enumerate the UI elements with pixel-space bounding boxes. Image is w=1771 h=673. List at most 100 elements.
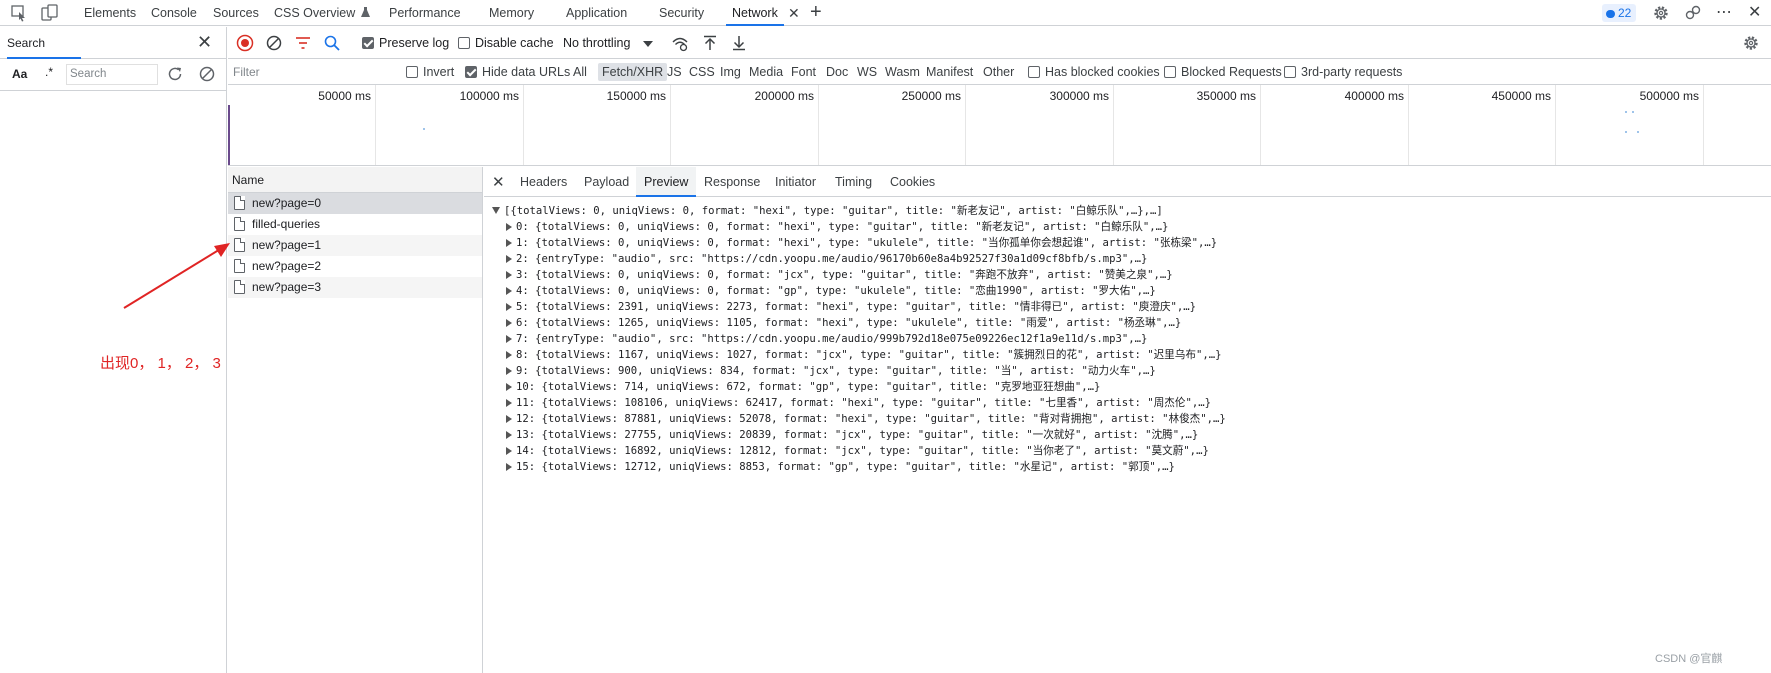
- json-item-text: 14: {totalViews: 16892, uniqViews: 12812…: [516, 445, 1209, 457]
- third-party-checkbox[interactable]: 3rd-party requests: [1284, 59, 1402, 85]
- json-array-item[interactable]: 4: {totalViews: 0, uniqViews: 0, format:…: [492, 283, 1226, 299]
- timeline-overview[interactable]: 50000 ms 100000 ms 150000 ms 200000 ms 2…: [228, 85, 1771, 166]
- json-array-item[interactable]: 0: {totalViews: 0, uniqViews: 0, format:…: [492, 219, 1226, 235]
- request-name: new?page=3: [252, 280, 322, 294]
- json-array-item[interactable]: 13: {totalViews: 27755, uniqViews: 20839…: [492, 427, 1226, 443]
- column-header-name[interactable]: Name: [228, 167, 482, 193]
- type-filter-manifest[interactable]: Manifest: [926, 59, 973, 85]
- tab-initiator[interactable]: Initiator: [775, 167, 816, 197]
- throttling-value: No throttling: [563, 36, 631, 50]
- request-name: new?page=0: [252, 196, 322, 210]
- type-filter-fetch-xhr[interactable]: Fetch/XHR: [598, 63, 668, 81]
- tab-css-overview[interactable]: CSS Overview: [274, 0, 370, 26]
- json-array-item[interactable]: 7: {entryType: "audio", src: "https://cd…: [492, 331, 1226, 347]
- json-array-item[interactable]: 8: {totalViews: 1167, uniqViews: 1027, f…: [492, 347, 1226, 363]
- json-item-text: 1: {totalViews: 0, uniqViews: 0, format:…: [516, 237, 1218, 249]
- blocked-cookies-checkbox[interactable]: Has blocked cookies: [1028, 59, 1160, 85]
- invert-checkbox[interactable]: Invert: [406, 59, 454, 85]
- type-filter-img[interactable]: Img: [720, 59, 741, 85]
- import-har-icon[interactable]: [701, 34, 719, 52]
- clear-log-icon[interactable]: [265, 34, 283, 52]
- tab-headers[interactable]: Headers: [520, 167, 567, 197]
- type-filter-doc[interactable]: Doc: [826, 59, 848, 85]
- expand-triangle-icon: [506, 303, 512, 311]
- issues-count: 22: [1618, 6, 1632, 20]
- tab-application[interactable]: Application: [566, 0, 627, 26]
- preserve-log-label: Preserve log: [379, 36, 450, 50]
- timeline-grid-line: [523, 85, 524, 165]
- type-filter-media[interactable]: Media: [749, 59, 783, 85]
- blocked-requests-checkbox[interactable]: Blocked Requests: [1164, 59, 1282, 85]
- tab-response[interactable]: Response: [704, 167, 760, 197]
- network-settings-gear-icon[interactable]: [1742, 34, 1760, 52]
- disable-cache-checkbox[interactable]: Disable cache: [458, 27, 554, 59]
- json-preview: [{totalViews: 0, uniqViews: 0, format: "…: [492, 203, 1226, 475]
- json-array-item[interactable]: 5: {totalViews: 2391, uniqViews: 2273, f…: [492, 299, 1226, 315]
- export-har-icon[interactable]: [730, 34, 748, 52]
- add-tab-icon[interactable]: +: [810, 0, 822, 26]
- timeline-grid-line: [965, 85, 966, 165]
- timeline-grid-line: [1703, 85, 1704, 165]
- json-array-item[interactable]: 14: {totalViews: 16892, uniqViews: 12812…: [492, 443, 1226, 459]
- json-array-item[interactable]: 9: {totalViews: 900, uniqViews: 834, for…: [492, 363, 1226, 379]
- close-tab-icon[interactable]: ✕: [788, 0, 800, 26]
- json-array-item[interactable]: 15: {totalViews: 12712, uniqViews: 8853,…: [492, 459, 1226, 475]
- json-item-text: 7: {entryType: "audio", src: "https://cd…: [516, 333, 1148, 345]
- type-filter-wasm[interactable]: Wasm: [885, 59, 920, 85]
- gear-icon[interactable]: [1652, 4, 1670, 22]
- hide-data-urls-label: Hide data URLs: [482, 65, 571, 79]
- more-options-icon[interactable]: ⋯: [1716, 0, 1733, 26]
- close-detail-icon[interactable]: ✕: [492, 173, 505, 191]
- request-row[interactable]: new?page=0: [228, 193, 482, 214]
- collapse-triangle-icon: [492, 207, 500, 214]
- tab-memory[interactable]: Memory: [489, 0, 534, 26]
- request-detail-pane: ✕ Headers Payload Preview Response Initi…: [484, 167, 1771, 673]
- type-filter-css[interactable]: CSS: [689, 59, 715, 85]
- type-filter-all[interactable]: All: [573, 59, 587, 85]
- tab-payload[interactable]: Payload: [584, 167, 629, 197]
- type-filter-other[interactable]: Other: [983, 59, 1014, 85]
- request-row[interactable]: new?page=1: [228, 235, 482, 256]
- json-item-text: 6: {totalViews: 1265, uniqViews: 1105, f…: [516, 317, 1182, 329]
- network-conditions-icon[interactable]: [671, 34, 689, 52]
- json-array-item[interactable]: 6: {totalViews: 1265, uniqViews: 1105, f…: [492, 315, 1226, 331]
- request-row[interactable]: new?page=3: [228, 277, 482, 298]
- json-item-text: 11: {totalViews: 108106, uniqViews: 6241…: [516, 397, 1211, 409]
- type-filter-js[interactable]: JS: [667, 59, 682, 85]
- request-name: new?page=1: [252, 238, 322, 252]
- preserve-log-checkbox[interactable]: Preserve log: [362, 27, 449, 59]
- timeline-label: 250000 ms: [901, 89, 961, 103]
- timeline-grid-line: [1260, 85, 1261, 165]
- detail-tabs: ✕ Headers Payload Preview Response Initi…: [484, 167, 1771, 197]
- tab-preview[interactable]: Preview: [636, 167, 697, 197]
- json-array-item[interactable]: 2: {entryType: "audio", src: "https://cd…: [492, 251, 1226, 267]
- timeline-label: 300000 ms: [1049, 89, 1109, 103]
- expand-triangle-icon: [506, 463, 512, 471]
- filter-icon[interactable]: [294, 34, 312, 52]
- json-item-text: 15: {totalViews: 12712, uniqViews: 8853,…: [516, 461, 1175, 473]
- hide-data-urls-checkbox[interactable]: Hide data URLs: [465, 59, 570, 85]
- request-row[interactable]: new?page=2: [228, 256, 482, 277]
- json-array-item[interactable]: 1: {totalViews: 0, uniqViews: 0, format:…: [492, 235, 1226, 251]
- json-array-item[interactable]: 3: {totalViews: 0, uniqViews: 0, format:…: [492, 267, 1226, 283]
- type-filter-font[interactable]: Font: [791, 59, 816, 85]
- filter-input[interactable]: Filter: [233, 63, 393, 81]
- issues-badge[interactable]: 22: [1602, 4, 1637, 22]
- json-array-item[interactable]: 10: {totalViews: 714, uniqViews: 672, fo…: [492, 379, 1226, 395]
- tab-cookies[interactable]: Cookies: [890, 167, 935, 197]
- json-array-item[interactable]: 12: {totalViews: 87881, uniqViews: 52078…: [492, 411, 1226, 427]
- blocked-requests-check-icon: [1164, 66, 1176, 78]
- request-row[interactable]: filled-queries: [228, 214, 482, 235]
- search-icon[interactable]: [323, 34, 341, 52]
- tab-security[interactable]: Security: [659, 0, 704, 26]
- type-filter-ws[interactable]: WS: [857, 59, 877, 85]
- throttling-select[interactable]: No throttling: [563, 27, 655, 59]
- tab-network[interactable]: Network: [726, 0, 784, 26]
- json-root-node[interactable]: [{totalViews: 0, uniqViews: 0, format: "…: [492, 203, 1226, 219]
- close-devtools-icon[interactable]: ✕: [1748, 0, 1761, 26]
- customize-icon[interactable]: [1684, 4, 1702, 22]
- json-item-text: 10: {totalViews: 714, uniqViews: 672, fo…: [516, 381, 1101, 393]
- tab-performance[interactable]: Performance: [389, 0, 461, 26]
- json-array-item[interactable]: 11: {totalViews: 108106, uniqViews: 6241…: [492, 395, 1226, 411]
- tab-timing[interactable]: Timing: [835, 167, 872, 197]
